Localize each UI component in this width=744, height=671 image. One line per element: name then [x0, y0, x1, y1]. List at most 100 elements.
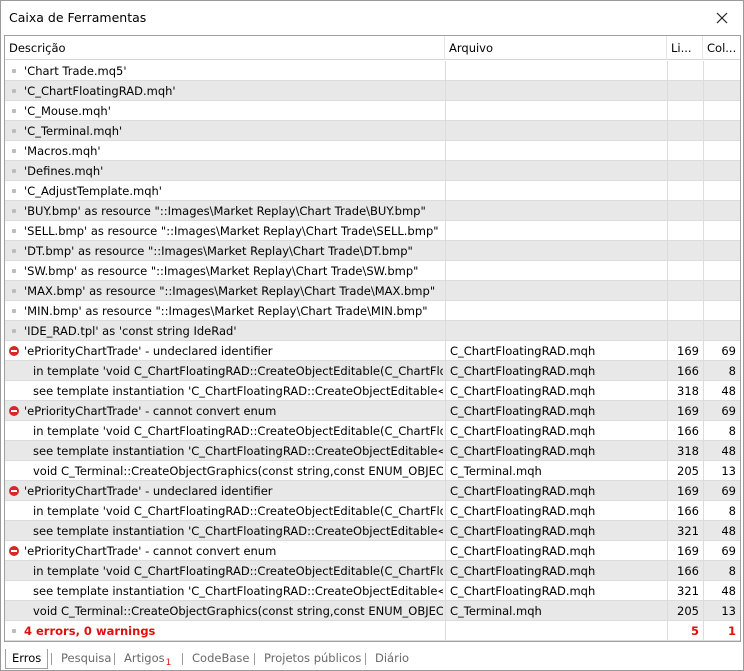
- table-row[interactable]: 'MAX.bmp' as resource "::Images\Market R…: [5, 281, 740, 301]
- row-line: 169: [667, 481, 703, 500]
- bullet-icon: [12, 189, 16, 193]
- bullet-icon: [12, 329, 16, 333]
- row-column: [703, 221, 740, 240]
- row-column: [703, 301, 740, 320]
- row-file: C_ChartFloatingRAD.mqh: [445, 441, 667, 460]
- row-description: 'C_Terminal.mqh': [24, 124, 123, 138]
- error-row[interactable]: 'ePriorityChartTrade' - cannot convert e…: [5, 401, 740, 421]
- row-file: C_ChartFloatingRAD.mqh: [445, 501, 667, 520]
- row-file: [445, 301, 667, 320]
- row-icon-cell: [5, 521, 23, 540]
- row-icon-cell: [5, 361, 23, 380]
- row-line: 321: [667, 581, 703, 600]
- row-column: [703, 241, 740, 260]
- row-icon-cell: [5, 241, 23, 260]
- table-row[interactable]: 'MIN.bmp' as resource "::Images\Market R…: [5, 301, 740, 321]
- tab-separator: [182, 653, 183, 665]
- table-row[interactable]: 'DT.bmp' as resource "::Images\Market Re…: [5, 241, 740, 261]
- table-row[interactable]: in template 'void C_ChartFloatingRAD::Cr…: [5, 501, 740, 521]
- tab-artigos[interactable]: Artigos1: [118, 649, 177, 669]
- tab-di-rio[interactable]: Diário: [369, 649, 415, 669]
- error-icon: [9, 546, 19, 556]
- table-row[interactable]: 'C_AdjustTemplate.mqh': [5, 181, 740, 201]
- column-header-file[interactable]: Arquivo: [445, 36, 667, 60]
- row-column: 48: [703, 581, 740, 600]
- summary-row[interactable]: 4 errors, 0 warnings 5 1: [5, 621, 740, 641]
- row-icon-cell: [5, 541, 23, 560]
- row-icon-cell: [5, 121, 23, 140]
- row-icon-cell: [5, 341, 23, 360]
- row-icon-cell: [5, 401, 23, 420]
- row-description: see template instantiation 'C_ChartFloat…: [33, 584, 443, 598]
- row-icon-cell: [5, 81, 23, 100]
- row-line: 5: [667, 621, 703, 640]
- row-file: [445, 101, 667, 120]
- row-file: C_ChartFloatingRAD.mqh: [445, 481, 667, 500]
- table-row[interactable]: in template 'void C_ChartFloatingRAD::Cr…: [5, 421, 740, 441]
- row-description: in template 'void C_ChartFloatingRAD::Cr…: [33, 424, 443, 438]
- error-row[interactable]: 'ePriorityChartTrade' - undeclared ident…: [5, 481, 740, 501]
- tab-codebase[interactable]: CodeBase: [186, 649, 255, 669]
- tab-projetos-p-blicos[interactable]: Projetos públicos: [258, 649, 367, 669]
- row-column: 1: [703, 621, 740, 640]
- table-row[interactable]: 'C_Terminal.mqh': [5, 121, 740, 141]
- bullet-icon: [12, 169, 16, 173]
- table-row[interactable]: in template 'void C_ChartFloatingRAD::Cr…: [5, 561, 740, 581]
- table-row[interactable]: see template instantiation 'C_ChartFloat…: [5, 441, 740, 461]
- tab-pesquisa[interactable]: Pesquisa: [55, 649, 117, 669]
- table-row[interactable]: 'C_Mouse.mqh': [5, 101, 740, 121]
- row-icon-cell: [5, 461, 23, 480]
- row-line: 169: [667, 541, 703, 560]
- row-icon-cell: [5, 441, 23, 460]
- row-file: [445, 621, 667, 640]
- row-column: 8: [703, 561, 740, 580]
- row-column: [703, 81, 740, 100]
- table-row[interactable]: see template instantiation 'C_ChartFloat…: [5, 381, 740, 401]
- row-column: [703, 281, 740, 300]
- row-description: 'MIN.bmp' as resource "::Images\Market R…: [24, 304, 428, 318]
- table-row[interactable]: 'BUY.bmp' as resource "::Images\Market R…: [5, 201, 740, 221]
- row-description: 'Macros.mqh': [24, 144, 101, 158]
- row-icon-cell: [5, 281, 23, 300]
- error-row[interactable]: 'ePriorityChartTrade' - undeclared ident…: [5, 341, 740, 361]
- table-row[interactable]: 'C_ChartFloatingRAD.mqh': [5, 81, 740, 101]
- table-row[interactable]: in template 'void C_ChartFloatingRAD::Cr…: [5, 361, 740, 381]
- row-line: 166: [667, 361, 703, 380]
- table-row[interactable]: 'SELL.bmp' as resource "::Images\Market …: [5, 221, 740, 241]
- table-row[interactable]: 'SW.bmp' as resource "::Images\Market Re…: [5, 261, 740, 281]
- close-button[interactable]: [711, 7, 733, 29]
- row-file: [445, 281, 667, 300]
- row-description: 'Defines.mqh': [24, 164, 104, 178]
- row-file: [445, 241, 667, 260]
- table-row[interactable]: 'Macros.mqh': [5, 141, 740, 161]
- row-description: 'C_ChartFloatingRAD.mqh': [24, 84, 176, 98]
- table-row[interactable]: void C_Terminal::CreateObjectGraphics(co…: [5, 601, 740, 621]
- row-icon-cell: [5, 181, 23, 200]
- error-icon: [9, 346, 19, 356]
- row-line: [667, 181, 703, 200]
- row-line: [667, 281, 703, 300]
- row-description: 'ePriorityChartTrade' - undeclared ident…: [24, 484, 273, 498]
- grid-header: Descrição Arquivo Li... Col...: [5, 36, 740, 60]
- row-line: [667, 141, 703, 160]
- row-file: C_Terminal.mqh: [445, 461, 667, 480]
- row-column: [703, 161, 740, 180]
- row-icon-cell: [5, 381, 23, 400]
- table-row[interactable]: see template instantiation 'C_ChartFloat…: [5, 521, 740, 541]
- row-column: 69: [703, 541, 740, 560]
- table-row[interactable]: see template instantiation 'C_ChartFloat…: [5, 581, 740, 601]
- tab-erros[interactable]: Erros: [5, 649, 49, 669]
- table-row[interactable]: 'Chart Trade.mq5': [5, 61, 740, 81]
- row-description: void C_Terminal::CreateObjectGraphics(co…: [33, 464, 443, 478]
- table-row[interactable]: void C_Terminal::CreateObjectGraphics(co…: [5, 461, 740, 481]
- row-icon-cell: [5, 561, 23, 580]
- column-header-column[interactable]: Col...: [703, 36, 740, 60]
- error-row[interactable]: 'ePriorityChartTrade' - cannot convert e…: [5, 541, 740, 561]
- column-header-description[interactable]: Descrição: [5, 36, 445, 60]
- table-row[interactable]: 'IDE_RAD.tpl' as 'const string IdeRad': [5, 321, 740, 341]
- row-line: 321: [667, 521, 703, 540]
- table-row[interactable]: 'Defines.mqh': [5, 161, 740, 181]
- row-file: C_ChartFloatingRAD.mqh: [445, 381, 667, 400]
- column-header-line[interactable]: Li...: [667, 36, 703, 60]
- bullet-icon: [12, 89, 16, 93]
